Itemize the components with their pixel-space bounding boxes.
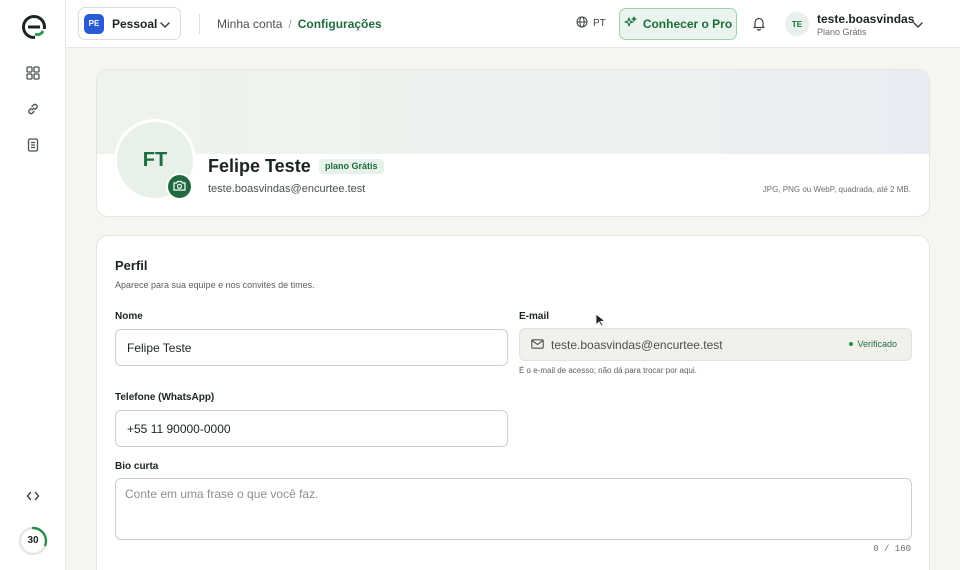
header-divider bbox=[199, 14, 200, 34]
workspace-switcher[interactable]: PE Pessoal bbox=[78, 7, 181, 40]
dashboard-icon[interactable] bbox=[24, 64, 42, 82]
email-label: E-mail bbox=[519, 311, 550, 322]
usage-count: 30 bbox=[27, 535, 39, 546]
email-value: teste.boasvindas@encurtee.test bbox=[551, 337, 723, 352]
sidebar: 30 bbox=[0, 0, 66, 570]
user-name[interactable]: teste.boasvindas bbox=[817, 12, 914, 26]
section-title: Perfil bbox=[115, 258, 148, 273]
upgrade-pro-label: Conhecer o Pro bbox=[642, 17, 733, 31]
user-plan: Plano Grátis bbox=[817, 27, 867, 37]
bio-char-counter: 0 / 160 bbox=[873, 544, 911, 554]
app-logo[interactable] bbox=[22, 15, 46, 39]
change-photo-button[interactable] bbox=[166, 173, 193, 200]
profile-form-card: Perfil Aparece para sua equipe e nos con… bbox=[96, 235, 930, 570]
language-label: PT bbox=[593, 18, 606, 29]
link-icon[interactable] bbox=[24, 100, 42, 118]
bio-textarea[interactable] bbox=[115, 478, 912, 540]
upgrade-pro-button[interactable]: Conhecer o Pro bbox=[619, 8, 737, 40]
plan-badge: plano Grátis bbox=[319, 159, 384, 174]
name-label: Nome bbox=[115, 311, 143, 322]
phone-input[interactable] bbox=[115, 410, 508, 447]
mail-icon bbox=[531, 338, 544, 352]
breadcrumb-separator: / bbox=[288, 17, 292, 31]
email-field: teste.boasvindas@encurtee.test Verificad… bbox=[519, 328, 912, 361]
code-icon[interactable] bbox=[24, 487, 42, 505]
document-icon[interactable] bbox=[24, 136, 42, 154]
verified-dot-icon bbox=[849, 342, 854, 346]
profile-banner bbox=[97, 70, 929, 154]
section-subtitle: Aparece para sua equipe e nos convites d… bbox=[115, 280, 315, 290]
globe-icon bbox=[576, 16, 588, 31]
breadcrumb: Minha conta / Configurações bbox=[217, 17, 382, 31]
top-header: PE Pessoal Minha conta / Configurações P… bbox=[66, 0, 960, 48]
user-avatar[interactable]: TE bbox=[785, 12, 809, 36]
bell-icon[interactable] bbox=[752, 16, 766, 36]
camera-icon bbox=[173, 178, 186, 196]
email-hint: É o e-mail de acesso; não dá para trocar… bbox=[519, 366, 697, 375]
breadcrumb-parent[interactable]: Minha conta bbox=[217, 17, 282, 31]
profile-card: FT Felipe Teste plano Grátis teste.boasv… bbox=[96, 69, 930, 217]
language-selector[interactable]: PT bbox=[576, 16, 606, 31]
verified-badge: Verificado bbox=[849, 339, 897, 349]
usage-progress-ring[interactable]: 30 bbox=[18, 526, 48, 556]
phone-label: Telefone (WhatsApp) bbox=[115, 392, 215, 403]
verified-label: Verificado bbox=[857, 339, 897, 349]
profile-email: teste.boasvindas@encurtee.test bbox=[208, 183, 366, 195]
mouse-cursor-icon bbox=[595, 313, 607, 327]
sparkle-icon bbox=[624, 16, 637, 32]
chevron-down-icon[interactable] bbox=[912, 18, 924, 36]
workspace-badge: PE bbox=[84, 13, 104, 34]
breadcrumb-current: Configurações bbox=[297, 17, 382, 31]
chevron-down-icon bbox=[159, 18, 171, 36]
workspace-label: Pessoal bbox=[112, 16, 158, 31]
bio-label: Bio curta bbox=[115, 461, 159, 472]
name-input[interactable] bbox=[115, 329, 508, 366]
photo-format-hint: JPG, PNG ou WebP, quadrada, até 2 MB. bbox=[762, 185, 911, 194]
profile-name: Felipe Teste bbox=[208, 156, 311, 176]
